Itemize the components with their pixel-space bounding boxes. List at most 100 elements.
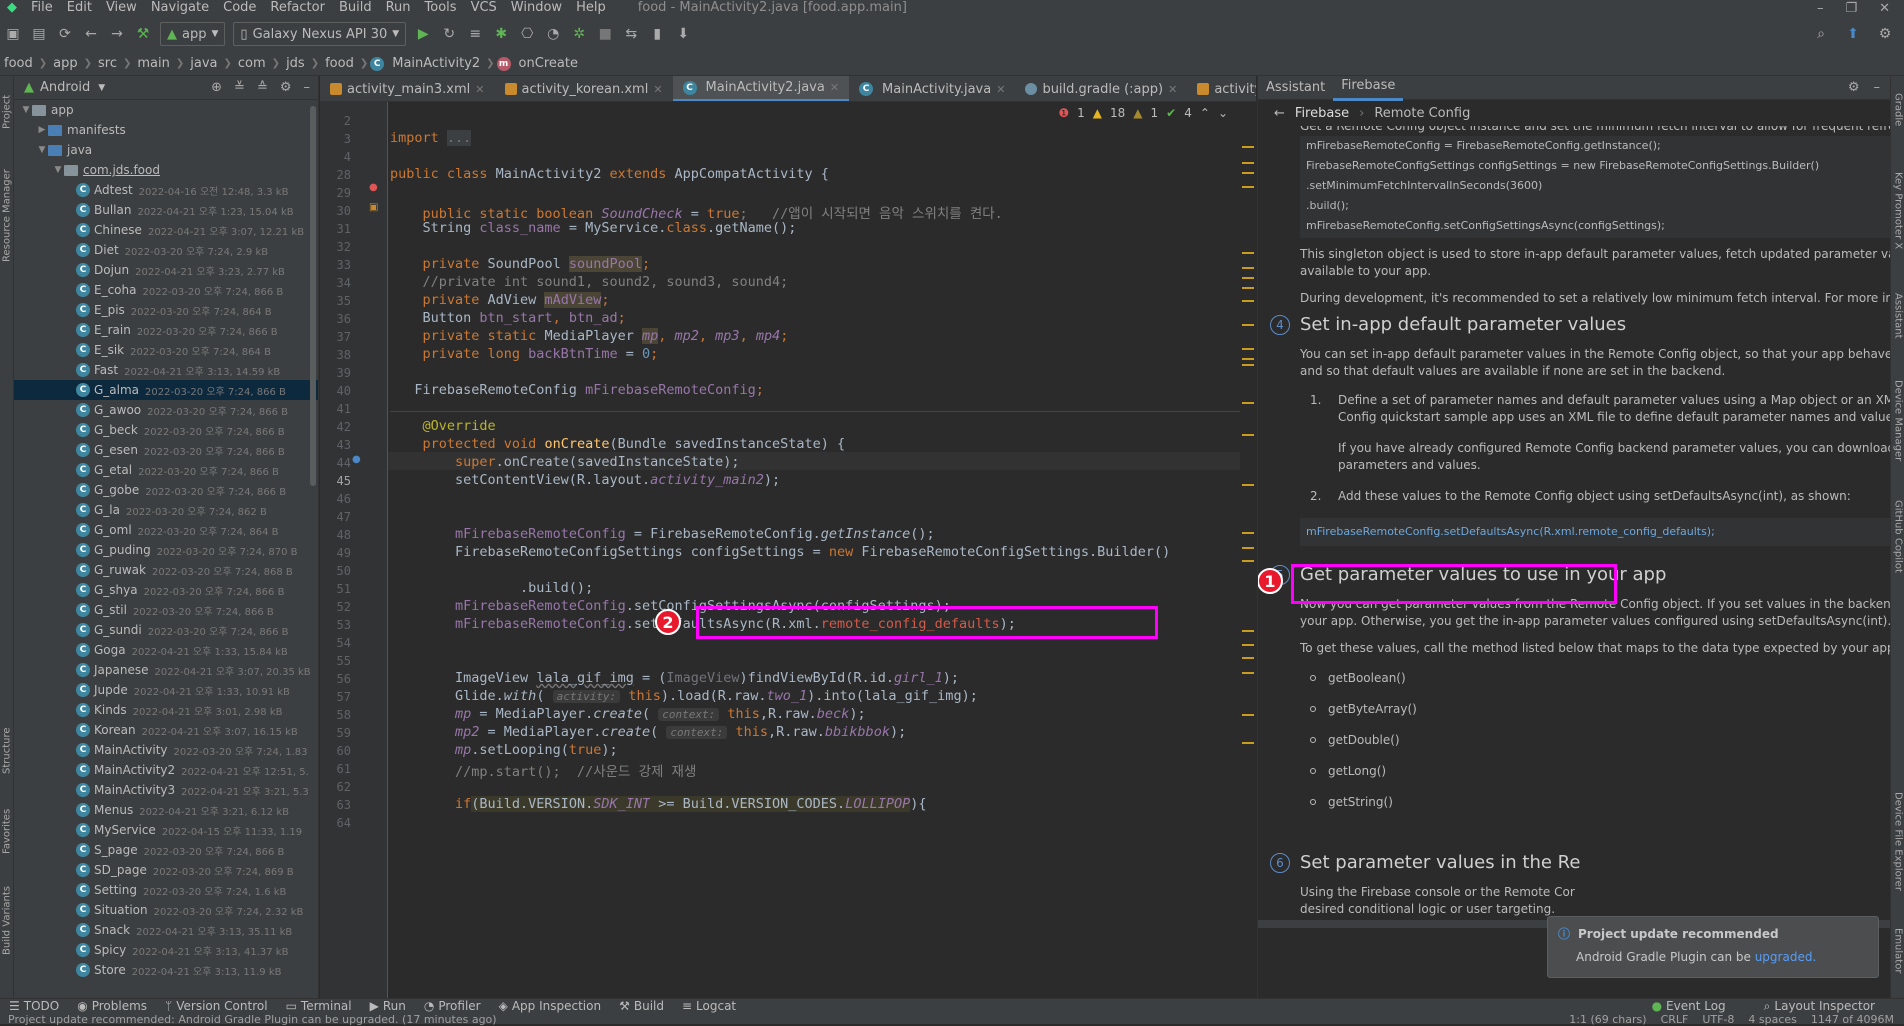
key-promoter-tool-tab[interactable]: Key Promoter X [1891, 156, 1904, 266]
tab-firebase[interactable]: Firebase [1333, 76, 1404, 101]
list-item[interactable]: C Korean 2022-04-21 오후 3:07, 16.15 kB [14, 720, 318, 740]
tab-activity-korean[interactable]: activity_korean.xml ✕ [495, 76, 673, 101]
app-inspection-tool[interactable]: ◈ App Inspection [490, 999, 610, 1013]
list-item[interactable]: C Situation 2022-03-20 오후 7:24, 2.32 kB [14, 900, 318, 920]
save-all-icon[interactable]: ▤ [26, 21, 52, 47]
run-icon[interactable]: ▶ [410, 21, 436, 47]
breadcrumb-java[interactable]: java [186, 56, 221, 71]
github-copilot-tool-tab[interactable]: GitHub Copilot [1891, 486, 1904, 586]
list-item[interactable]: C G_etal 2022-03-20 오후 7:24, 866 B [14, 460, 318, 480]
terminal-tool[interactable]: ▭ Terminal [277, 999, 361, 1013]
list-item[interactable]: C Diet 2022-03-20 오후 7:24, 2.9 kB [14, 240, 318, 260]
list-item[interactable]: C MainActivity 2022-03-20 오후 7:24, 1.83 [14, 740, 318, 760]
menu-tools[interactable]: Tools [418, 0, 464, 16]
tree-node[interactable]: ▼ java [14, 140, 318, 160]
list-item[interactable]: C Adtest 2022-04-16 오전 12:48, 3.3 kB [14, 180, 318, 200]
list-item[interactable]: C G_sundi 2022-03-20 오후 7:24, 866 B [14, 620, 318, 640]
menu-vcs[interactable]: VCS [464, 0, 504, 16]
list-item[interactable]: C MyService 2022-04-15 오후 11:33, 1.19 [14, 820, 318, 840]
tab-build-gradle[interactable]: build.gradle (:app) ✕ [1015, 76, 1187, 101]
apply-changes-icon[interactable]: ↻ [436, 21, 462, 47]
options-gear-icon[interactable]: ⚙ [280, 80, 292, 95]
logcat-tool[interactable]: ≡ Logcat [673, 999, 745, 1013]
list-item[interactable]: C G_awoo 2022-03-20 오후 7:24, 866 B [14, 400, 318, 420]
update-icon[interactable]: ⬆ [1840, 21, 1866, 47]
warning-marker[interactable] [1242, 324, 1254, 326]
list-item[interactable]: C Bullan 2022-04-21 오후 1:23, 15.04 kB [14, 200, 318, 220]
notification-popup[interactable]: ⓘ Project update recommended Android Gra… [1547, 916, 1879, 978]
close-tab-icon[interactable]: ✕ [475, 83, 484, 96]
make-project-icon[interactable]: ⚒ [130, 21, 156, 47]
list-item[interactable]: C G_oml 2022-03-20 오후 7:24, 864 B [14, 520, 318, 540]
device-manager-icon[interactable]: ▮ [644, 21, 670, 47]
warning-marker[interactable] [1242, 277, 1254, 279]
list-item[interactable]: C Spicy 2022-04-21 오후 3:13, 41.37 kB [14, 940, 318, 960]
breadcrumb-method[interactable]: onCreate [515, 56, 582, 71]
run-config-selector[interactable]: ▲ app ▼ [160, 22, 226, 46]
warning-marker[interactable] [1242, 364, 1254, 366]
todo-tool[interactable]: ☰ TODO [0, 999, 68, 1013]
warning-marker[interactable] [1242, 252, 1254, 254]
debug-icon[interactable]: ✱ [488, 21, 514, 47]
warning-marker[interactable] [1242, 300, 1254, 302]
breadcrumb-src[interactable]: src [94, 56, 121, 71]
list-item[interactable]: C Chinese 2022-04-21 오후 3:07, 12.21 kB [14, 220, 318, 240]
back-icon[interactable]: ← [78, 21, 104, 47]
profile-icon[interactable]: ◔ [540, 21, 566, 47]
close-tab-icon[interactable]: ✕ [1168, 83, 1177, 96]
apply-code-changes-icon[interactable]: ≡ [462, 21, 488, 47]
list-item[interactable]: C E_sik 2022-03-20 오후 7:24, 864 B [14, 340, 318, 360]
options-gear-icon[interactable]: ⚙ [1848, 80, 1860, 95]
warning-marker[interactable] [1242, 672, 1254, 674]
list-item[interactable]: C Snack 2022-04-21 오후 3:13, 35.11 kB [14, 920, 318, 940]
minimize-icon[interactable]: – [1817, 1, 1824, 16]
expanded-arrow-icon[interactable]: ▼ [52, 165, 64, 175]
list-item[interactable]: C Japanese 2022-04-21 오후 3:07, 20.35 kB [14, 660, 318, 680]
resource-manager-tool-tab[interactable]: Resource Manager [0, 156, 14, 276]
menu-help[interactable]: Help [569, 0, 613, 16]
folded-import[interactable]: ... [446, 130, 472, 146]
menu-build[interactable]: Build [332, 0, 379, 16]
warning-marker[interactable] [1242, 162, 1254, 164]
warning-marker[interactable] [1242, 267, 1254, 269]
breadcrumb-com[interactable]: com [234, 56, 270, 71]
hide-panel-icon[interactable]: – [1874, 80, 1881, 95]
build-tool[interactable]: ⚒ Build [610, 999, 673, 1013]
close-tab-icon[interactable]: ✕ [830, 81, 839, 94]
code-snippet-1[interactable]: mFirebaseRemoteConfig = FirebaseRemoteCo… [1300, 136, 1890, 238]
list-item[interactable]: C Jupde 2022-04-21 오후 1:33, 10.91 kB [14, 680, 318, 700]
expanded-arrow-icon[interactable]: ▼ [36, 145, 48, 155]
tree-node[interactable]: ▼ com.jds.food [14, 160, 318, 180]
favorites-tool-tab[interactable]: Favorites [0, 796, 14, 866]
chevron-down-icon[interactable]: ▼ [98, 83, 105, 93]
list-item[interactable]: C Store 2022-04-21 오후 3:13, 11.9 kB [14, 960, 318, 980]
code-area[interactable]: import ... public class MainActivity2 ex… [388, 102, 1240, 998]
back-arrow-icon[interactable]: ← [1274, 106, 1285, 121]
list-item[interactable]: C G_shya 2022-03-20 오후 7:24, 866 B [14, 580, 318, 600]
error-gutter-icon[interactable]: ● [369, 182, 378, 193]
code-snippet-2[interactable]: mFirebaseRemoteConfig.setDefaultsAsync(R… [1300, 518, 1890, 546]
menu-run[interactable]: Run [379, 0, 418, 16]
breadcrumb-food-pkg[interactable]: food [321, 56, 358, 71]
gradle-tool-tab[interactable]: Gradle [1891, 80, 1904, 140]
device-selector[interactable]: ▯ Galaxy Nexus API 30 ▼ [233, 22, 407, 46]
tab-assistant[interactable]: Assistant [1258, 76, 1333, 100]
settings-gear-icon[interactable]: ⚙ [1872, 21, 1898, 47]
class-gutter-icon[interactable]: ▣ [369, 202, 378, 213]
menu-edit[interactable]: Edit [60, 0, 99, 16]
list-item[interactable]: C Kinds 2022-04-21 오후 3:01, 2.98 kB [14, 700, 318, 720]
list-item[interactable]: C G_puding 2022-03-20 오후 7:24, 870 B [14, 540, 318, 560]
warning-marker[interactable] [1242, 146, 1254, 148]
project-scrollbar[interactable] [310, 106, 316, 486]
list-item[interactable]: C MainActivity3 2022-04-21 오후 3:21, 5.3 [14, 780, 318, 800]
tab-mainactivity2[interactable]: C MainActivity2.java ✕ [672, 76, 850, 101]
list-item[interactable]: C G_ruwak 2022-03-20 오후 7:24, 868 B [14, 560, 318, 580]
warning-marker[interactable] [1242, 402, 1254, 404]
gradle-sync-icon[interactable]: ⇆ [618, 21, 644, 47]
attach-debugger-icon[interactable]: ⎔ [514, 21, 540, 47]
list-item[interactable]: C G_beck 2022-03-20 오후 7:24, 866 B [14, 420, 318, 440]
list-item[interactable]: C E_coha 2022-03-20 오후 7:24, 866 B [14, 280, 318, 300]
restore-icon[interactable]: ❐ [1845, 1, 1857, 16]
back-link[interactable]: Firebase [1295, 106, 1349, 121]
emulator-tool-tab[interactable]: Emulator [1891, 916, 1904, 986]
